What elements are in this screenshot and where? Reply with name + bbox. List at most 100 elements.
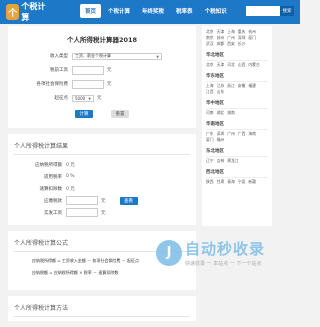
result-label: 适用税率	[44, 174, 62, 180]
region-block: 华南地区 广东 深圳 广州 广西 海南 厦门 福州	[206, 119, 268, 143]
city-list: 上海 江苏 浙江 安徽 福建 江西 山东	[206, 82, 268, 95]
result-label: 实发工资	[44, 210, 62, 216]
city-link[interactable]: 青海	[227, 179, 235, 185]
insurance-unit: 元	[107, 82, 112, 87]
logo-text: 个税计算	[21, 2, 46, 22]
nav-tax-knowledge[interactable]: 个税知识	[200, 4, 232, 18]
region-title: 西北地区	[206, 167, 268, 178]
city-link[interactable]: 山东	[217, 89, 225, 95]
result-row: 适用税率 0 %	[14, 171, 190, 182]
threshold-value: 5000	[75, 95, 86, 101]
city-list: 陕西 甘肃 青海 宁夏 新疆	[206, 178, 268, 185]
pretax-unit: 元	[107, 68, 112, 73]
city-link[interactable]: 甘肃	[217, 179, 225, 185]
city-link[interactable]: 山西	[238, 62, 246, 68]
reset-button[interactable]: 重置	[111, 110, 129, 118]
result-row: 应纳税所得额 0 元	[14, 159, 190, 170]
city-link[interactable]: 广州	[227, 131, 235, 137]
result-label: 应缴税款	[44, 198, 62, 204]
income-type-row: 收入类型 工资、薪金个税计算 ▼	[14, 50, 190, 62]
nav-bonus-tax[interactable]: 年终奖税	[137, 4, 169, 18]
city-link[interactable]: 西安	[227, 41, 235, 47]
city-link[interactable]: 河北	[227, 62, 235, 68]
city-link[interactable]: 黑龙江	[227, 158, 238, 164]
calculate-button[interactable]: 计算	[75, 110, 93, 118]
result-unit: 元	[101, 210, 106, 216]
city-link[interactable]: 福建	[248, 83, 256, 89]
city-link[interactable]: 新疆	[248, 179, 256, 185]
city-link[interactable]: 湖南	[227, 110, 235, 116]
city-list: 河南 湖北 湖南	[206, 109, 268, 116]
city-link[interactable]: 浙江	[227, 83, 235, 89]
pretax-input[interactable]	[72, 65, 104, 75]
city-link[interactable]: 湖北	[217, 110, 225, 116]
region-block: 西北地区 陕西 甘肃 青海 宁夏 新疆	[206, 167, 268, 185]
nav-home[interactable]: 首页	[80, 4, 102, 18]
region-title: 华南地区	[206, 119, 268, 130]
city-list: 北京 天津 上海 重庆 杭州 南京 苏州 广州 深圳 厦门 武汉 成都 西安 长沙	[206, 28, 268, 47]
insurance-input[interactable]	[72, 79, 104, 89]
city-link[interactable]: 天津	[217, 62, 225, 68]
site-logo[interactable]: 个 个税计算	[6, 2, 48, 22]
result-value: 0 元	[66, 186, 75, 192]
city-link[interactable]: 吉林	[217, 158, 225, 164]
result-value: 0 %	[66, 174, 75, 179]
city-link[interactable]: 宁夏	[238, 179, 246, 185]
city-link[interactable]: 陕西	[206, 179, 214, 185]
search-button[interactable]: 搜索	[280, 6, 294, 16]
city-link[interactable]: 广西	[238, 131, 246, 137]
city-list: 辽宁 吉林 黑龙江	[206, 157, 268, 164]
city-link[interactable]: 内蒙古	[248, 62, 259, 68]
watermark: J 自动秒收录 快速收录 一 本站点 一 下一个站点	[156, 238, 265, 267]
insurance-row: 各项社会保险费 元	[14, 78, 190, 90]
net-salary-output	[66, 208, 98, 217]
region-title: 华北地区	[206, 50, 268, 61]
city-link[interactable]: 辽宁	[206, 158, 214, 164]
watermark-logo: J	[156, 239, 182, 266]
chevron-down-icon: ▼	[88, 96, 91, 101]
income-type-label: 收入类型	[50, 54, 68, 59]
top-bar: 个 个税计算 首页 个税计算 年终奖税 税率表 个税知识 搜索	[0, 0, 300, 24]
region-block: 华中地区 河南 湖北 湖南	[206, 98, 268, 116]
income-type-select[interactable]: 工资、薪金个税计算 ▼	[72, 52, 162, 60]
region-block: 华北地区 北京 天津 河北 山西 内蒙古	[206, 50, 268, 68]
threshold-row: 起征点 5000 ▼ 元	[14, 92, 190, 104]
region-block: 东北地区 辽宁 吉林 黑龙江	[206, 146, 268, 164]
pretax-label: 税前工资	[50, 68, 68, 73]
detail-button[interactable]: 查看	[119, 196, 138, 205]
city-link[interactable]: 成都	[217, 41, 225, 47]
nav-tax-rate[interactable]: 税率表	[171, 4, 198, 18]
calculator-panel: 个人所得税计算器2018 收入类型 工资、薪金个税计算 ▼ 税前工资 元 各项社…	[8, 26, 196, 128]
result-unit: 元	[101, 198, 106, 204]
search-input[interactable]	[246, 6, 280, 16]
formula-item: 应纳税额 = 应纳税所得额 × 税率 － 速算扣除数	[32, 270, 119, 275]
watermark-subtitle: 快速收录 一 本站点 一 下一个站点	[185, 261, 262, 267]
pretax-row: 税前工资 元	[14, 64, 190, 76]
results-panel: 个人所得税计算结果 应纳税所得额 0 元 适用税率 0 % 速算扣除数 0 元 …	[8, 134, 196, 225]
city-link[interactable]: 江西	[206, 89, 214, 95]
city-link[interactable]: 福州	[217, 137, 225, 143]
city-link[interactable]: 厦门	[248, 35, 256, 41]
nav-tax-calc[interactable]: 个税计算	[103, 4, 135, 18]
watermark-title: 自动秒收录	[185, 240, 266, 258]
city-link[interactable]: 武汉	[206, 41, 214, 47]
logo-mark: 个	[6, 4, 20, 20]
chevron-down-icon: ▼	[156, 54, 159, 59]
main-nav: 首页 个税计算 年终奖税 税率表 个税知识	[80, 4, 234, 18]
income-type-value: 工资、薪金个税计算	[75, 53, 111, 58]
tax-payable-output	[66, 196, 98, 205]
city-link[interactable]: 海南	[248, 131, 256, 137]
city-link[interactable]: 厦门	[206, 137, 214, 143]
result-label: 速算扣除数	[39, 186, 63, 192]
city-link[interactable]: 长沙	[238, 41, 246, 47]
result-label: 应纳税所得额	[35, 162, 62, 168]
city-link[interactable]: 北京	[206, 62, 214, 68]
results-title: 个人所得税计算结果	[14, 138, 190, 155]
region-block: 北京 天津 上海 重庆 杭州 南京 苏州 广州 深圳 厦门 武汉 成都 西安 长沙	[206, 28, 268, 47]
city-link[interactable]: 河南	[206, 110, 214, 116]
city-list: 北京 天津 河北 山西 内蒙古	[206, 61, 268, 68]
region-title: 华中地区	[206, 98, 268, 109]
threshold-select[interactable]: 5000 ▼	[72, 94, 94, 102]
city-link[interactable]: 安徽	[238, 83, 246, 89]
result-row: 应缴税款 元 查看	[14, 195, 190, 206]
